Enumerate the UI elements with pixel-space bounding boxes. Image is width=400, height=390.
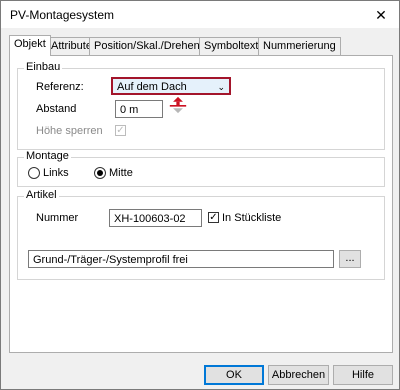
stueckliste-label: In Stückliste xyxy=(222,212,282,224)
tab-nummerierung[interactable]: Nummerierung xyxy=(258,37,341,55)
nummer-label: Nummer xyxy=(36,212,79,224)
referenz-dropdown[interactable]: Auf dem Dach ⌄ xyxy=(111,77,231,95)
radio-links[interactable] xyxy=(28,167,40,179)
close-icon[interactable]: ✕ xyxy=(371,5,391,25)
help-button[interactable]: Hilfe xyxy=(333,365,393,385)
referenz-label: Referenz: xyxy=(36,81,84,93)
cancel-button[interactable]: Abbrechen xyxy=(268,365,329,385)
window-title: PV-Montagesystem xyxy=(10,8,115,22)
dialog-window: PV-Montagesystem ✕ Objekt Attribute Posi… xyxy=(0,0,400,390)
montage-group: Montage Links Mitte xyxy=(17,150,385,187)
montage-group-label: Montage xyxy=(24,150,71,162)
tab-position[interactable]: Position/Skal./Drehen xyxy=(89,37,205,55)
radio-selected-dot xyxy=(97,170,103,176)
tab-panel-objekt: Einbau Referenz: Auf dem Dach ⌄ Abstand … xyxy=(9,55,393,353)
move-up-down-icon[interactable] xyxy=(167,96,189,114)
referenz-value: Auf dem Dach xyxy=(117,81,187,93)
browse-button[interactable]: ... xyxy=(339,250,361,268)
title-bar: PV-Montagesystem ✕ xyxy=(1,1,399,28)
radio-links-label: Links xyxy=(43,167,69,179)
abstand-label: Abstand xyxy=(36,103,77,115)
stueckliste-checkbox[interactable]: ✓ xyxy=(208,212,219,223)
abstand-input[interactable]: 0 m xyxy=(115,100,163,118)
artikel-group-label: Artikel xyxy=(24,189,59,201)
artikel-group: Artikel Nummer XH-100603-02 ✓ In Stückli… xyxy=(17,189,385,280)
tab-objekt[interactable]: Objekt xyxy=(9,35,51,56)
ok-button[interactable]: OK xyxy=(204,365,264,385)
einbau-group-label: Einbau xyxy=(24,61,63,73)
radio-mitte-label: Mitte xyxy=(109,167,133,179)
hoehe-sperren-label: Höhe sperren xyxy=(36,125,103,137)
profil-input[interactable]: Grund-/Träger-/Systemprofil frei xyxy=(28,250,334,268)
radio-mitte[interactable] xyxy=(94,167,106,179)
nummer-input[interactable]: XH-100603-02 xyxy=(109,209,202,227)
chevron-down-icon: ⌄ xyxy=(217,82,225,92)
einbau-group: Einbau Referenz: Auf dem Dach ⌄ Abstand … xyxy=(17,61,385,150)
hoehe-sperren-checkbox: ✓ xyxy=(115,125,126,136)
tab-symboltext[interactable]: Symboltext xyxy=(199,37,264,55)
